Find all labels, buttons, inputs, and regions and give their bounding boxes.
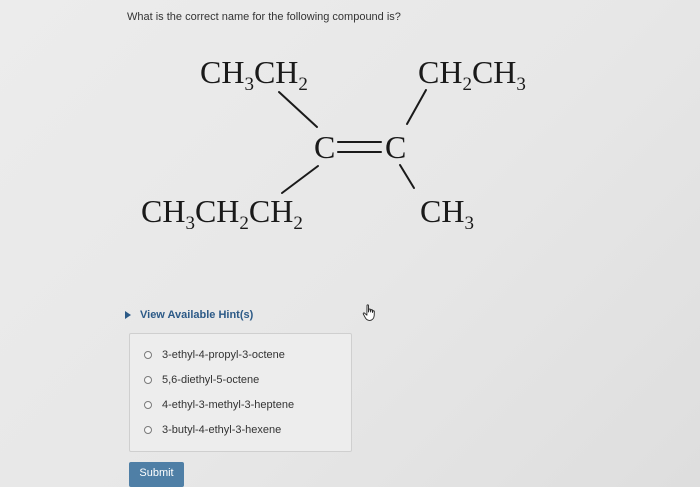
- option-2[interactable]: 5,6-diethyl-5-octene: [144, 374, 259, 386]
- bond-top-left: [278, 91, 318, 128]
- answer-options: 3-ethyl-4-propyl-3-octene 5,6-diethyl-5-…: [129, 333, 352, 452]
- radio-icon[interactable]: [144, 351, 152, 359]
- radio-icon[interactable]: [144, 376, 152, 384]
- option-3[interactable]: 4-ethyl-3-methyl-3-heptene: [144, 399, 294, 411]
- bond-bottom-left: [281, 165, 319, 194]
- option-label: 3-butyl-4-ethyl-3-hexene: [162, 424, 282, 436]
- hand-cursor-icon: [362, 304, 375, 321]
- submit-button[interactable]: Submit: [129, 462, 184, 487]
- option-4[interactable]: 3-butyl-4-ethyl-3-hexene: [144, 424, 281, 436]
- group-bottom-right: CH3: [420, 193, 474, 234]
- option-1[interactable]: 3-ethyl-4-propyl-3-octene: [144, 349, 285, 361]
- radio-icon[interactable]: [144, 426, 152, 434]
- hint-label: View Available Hint(s): [140, 309, 254, 321]
- carbon-left: C: [314, 129, 335, 165]
- radio-icon[interactable]: [144, 401, 152, 409]
- chemical-structure: CH3CH2 CH2CH3 C C CH3CH2CH2 CH3: [141, 54, 526, 234]
- group-bottom-left: CH3CH2CH2: [141, 193, 303, 234]
- option-label: 4-ethyl-3-methyl-3-heptene: [162, 399, 295, 411]
- option-label: 5,6-diethyl-5-octene: [162, 374, 260, 386]
- group-top-left: CH3CH2: [200, 54, 308, 95]
- bond-top-right: [406, 89, 427, 125]
- view-hints-toggle[interactable]: View Available Hint(s): [125, 309, 253, 321]
- group-top-right: CH2CH3: [418, 54, 526, 95]
- question-page: What is the correct name for the followi…: [0, 0, 700, 487]
- caret-right-icon: [125, 311, 131, 319]
- carbon-right: C: [385, 129, 406, 165]
- bond-bottom-right: [399, 164, 415, 189]
- option-label: 3-ethyl-4-propyl-3-octene: [162, 349, 285, 361]
